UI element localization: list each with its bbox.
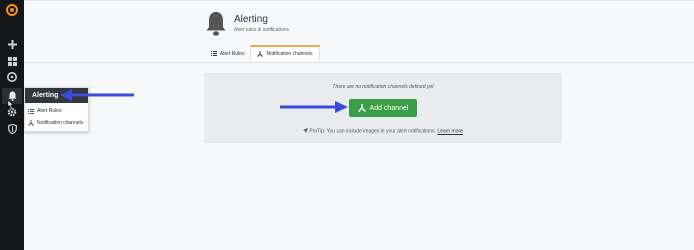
shield-icon[interactable]: [5, 122, 19, 136]
top-divider: [24, 0, 694, 1]
page-header: Alerting Alert rules & notifications: [205, 11, 289, 37]
flyout-item-notification-channels[interactable]: Notification channels: [25, 117, 88, 129]
empty-state-message: There are no notification channels defin…: [332, 84, 434, 90]
tab-label: Alert Rules: [220, 50, 245, 57]
flyout-item-alert-rules[interactable]: Alert Rules: [25, 105, 88, 117]
plus-icon[interactable]: [5, 37, 19, 51]
tab-label: Notification channels: [266, 51, 313, 57]
add-channel-label: Add channel: [369, 104, 409, 112]
share-icon: [257, 51, 264, 57]
annotation-arrow-left: [60, 89, 134, 101]
list-icon: [28, 108, 34, 114]
tab-alert-rules[interactable]: Alert Rules: [205, 46, 250, 61]
tabs-divider: [24, 62, 694, 63]
rocket-icon: [303, 128, 309, 133]
protip: ProTip: You can include images in your a…: [204, 128, 562, 135]
page-subtitle: Alert rules & notifications: [234, 27, 290, 33]
mouse-cursor-icon: [6, 97, 14, 115]
tab-notification-channels[interactable]: Notification channels: [250, 45, 320, 61]
bell-icon: [206, 12, 226, 36]
tab-bar: Alert Rules Notification channels: [205, 45, 320, 61]
sidebar: [0, 0, 24, 250]
page-title: Alerting: [234, 14, 268, 25]
dashboards-icon[interactable]: [5, 54, 19, 68]
share-icon: [28, 120, 34, 126]
add-channel-button[interactable]: Add channel: [349, 99, 417, 117]
explore-compass-icon[interactable]: [5, 70, 19, 84]
list-icon: [211, 51, 217, 56]
flyout-item-label: Notification channels: [37, 120, 84, 126]
learn-more-link[interactable]: Learn more: [437, 129, 463, 135]
protip-text: ProTip: You can include images in your a…: [309, 128, 436, 135]
grafana-logo-icon[interactable]: [5, 3, 19, 17]
share-icon: [357, 104, 366, 112]
annotation-arrow-right: [280, 101, 348, 113]
flyout-item-label: Alert Rules: [37, 108, 62, 114]
empty-state-panel: There are no notification channels defin…: [204, 73, 562, 143]
